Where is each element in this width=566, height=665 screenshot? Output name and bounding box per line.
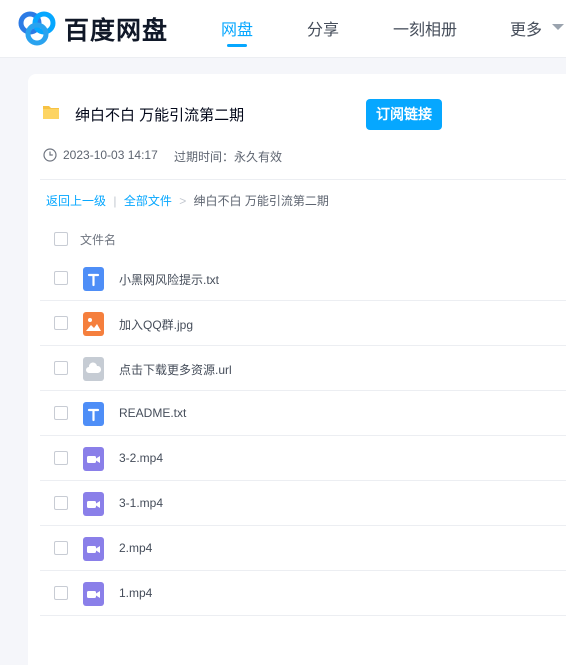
chevron-down-icon[interactable] [552, 24, 564, 30]
nav-photo-album[interactable]: 一刻相册 [393, 16, 457, 40]
share-time: 2023-10-03 14:17 [63, 148, 158, 162]
file-row[interactable]: 小黑网风险提示.txt [40, 256, 566, 301]
breadcrumb: 返回上一级 | 全部文件 > 绅白不白 万能引流第二期 [46, 192, 329, 209]
file-row[interactable]: 3-1.mp4 [40, 481, 566, 526]
column-header-filename: 文件名 [80, 233, 117, 247]
breadcrumb-divider: | [113, 194, 117, 208]
expire-time: 过期时间：永久有效 [174, 150, 283, 164]
file-row[interactable]: 点击下载更多资源.url [40, 346, 566, 391]
image-file-icon[interactable] [83, 312, 104, 336]
file-checkbox[interactable] [54, 586, 68, 600]
breadcrumb-back-link[interactable]: 返回上一级 [46, 194, 106, 208]
file-checkbox[interactable] [54, 271, 68, 285]
clock-icon [43, 148, 57, 162]
file-checkbox[interactable] [54, 496, 68, 510]
nav-share[interactable]: 分享 [307, 16, 339, 40]
select-all-checkbox[interactable] [54, 232, 68, 246]
nav-active-indicator [227, 44, 247, 47]
file-row[interactable]: 加入QQ群.jpg [40, 301, 566, 346]
txt-file-icon[interactable] [83, 267, 104, 291]
baidu-netdisk-logo-icon[interactable] [17, 10, 57, 46]
url-file-icon[interactable] [83, 357, 104, 381]
file-row[interactable]: README.txt [40, 391, 566, 436]
file-checkbox[interactable] [54, 541, 68, 555]
file-checkbox[interactable] [54, 406, 68, 420]
breadcrumb-all-files-link[interactable]: 全部文件 [124, 194, 172, 208]
breadcrumb-arrow: > [179, 194, 187, 208]
brand-name[interactable]: 百度网盘 [64, 11, 168, 47]
nav-more[interactable]: 更多 [510, 16, 542, 40]
divider [40, 179, 566, 180]
folder-icon [43, 106, 59, 119]
file-name[interactable]: 2.mp4 [119, 541, 152, 555]
nav-netdisk[interactable]: 网盘 [221, 16, 253, 40]
file-name[interactable]: 小黑网风险提示.txt [119, 271, 219, 288]
file-checkbox[interactable] [54, 316, 68, 330]
top-bar: 百度网盘 网盘 分享 一刻相册 更多 [0, 0, 566, 58]
file-name[interactable]: 1.mp4 [119, 586, 152, 600]
file-checkbox[interactable] [54, 451, 68, 465]
file-name[interactable]: 3-1.mp4 [119, 496, 163, 510]
file-row[interactable]: 2.mp4 [40, 526, 566, 571]
file-name[interactable]: 3-2.mp4 [119, 451, 163, 465]
video-file-icon[interactable] [83, 492, 104, 516]
video-file-icon[interactable] [83, 582, 104, 606]
file-name[interactable]: 点击下载更多资源.url [119, 361, 232, 378]
file-name[interactable]: README.txt [119, 406, 186, 420]
file-checkbox[interactable] [54, 361, 68, 375]
video-file-icon[interactable] [83, 447, 104, 471]
file-row[interactable]: 1.mp4 [40, 571, 566, 616]
txt-file-icon[interactable] [83, 402, 104, 426]
subscribe-link-button[interactable]: 订阅链接 [366, 99, 442, 130]
video-file-icon[interactable] [83, 537, 104, 561]
share-title: 绅白不白 万能引流第二期 [75, 107, 245, 124]
breadcrumb-current: 绅白不白 万能引流第二期 [193, 194, 329, 208]
file-name[interactable]: 加入QQ群.jpg [119, 316, 193, 333]
file-row[interactable]: 3-2.mp4 [40, 436, 566, 481]
